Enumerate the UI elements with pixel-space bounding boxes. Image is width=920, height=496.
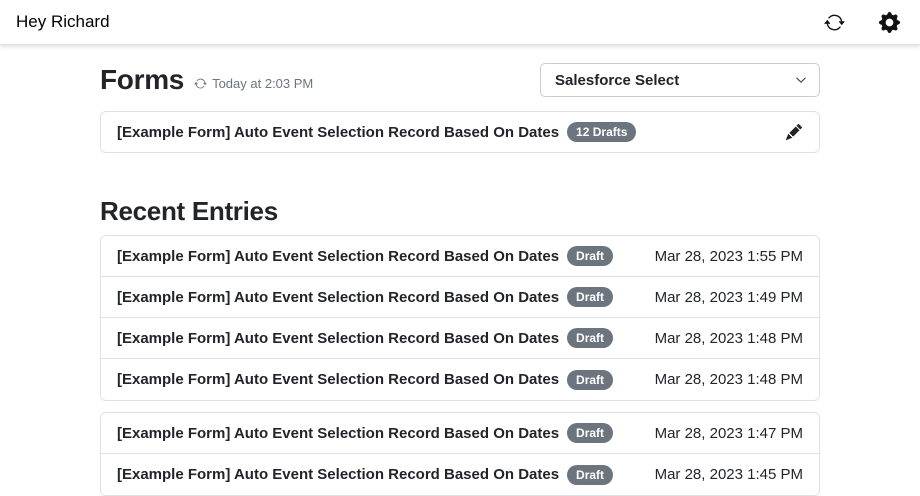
form-name: [Example Form] Auto Event Selection Reco… (117, 124, 559, 141)
recent-entries-title: Recent Entries (100, 196, 820, 226)
form-row[interactable]: [Example Form] Auto Event Selection Reco… (101, 112, 819, 152)
entry-status-badge: Draft (567, 246, 613, 266)
entry-timestamp: Mar 28, 2023 1:48 PM (655, 330, 803, 347)
navbar: Hey Richard (0, 0, 920, 45)
forms-section-header: Forms Today at 2:03 PM Salesforce Select (100, 62, 820, 98)
pencil-icon (786, 124, 802, 140)
forms-last-refreshed: Today at 2:03 PM (194, 76, 313, 91)
entry-name: [Example Form] Auto Event Selection Reco… (117, 466, 559, 483)
entry-name: [Example Form] Auto Event Selection Reco… (117, 425, 559, 442)
entry-name: [Example Form] Auto Event Selection Reco… (117, 289, 559, 306)
drafts-count-badge: 12 Drafts (567, 122, 636, 142)
refresh-icon (824, 12, 845, 33)
edit-form-button[interactable] (785, 123, 803, 141)
entry-row[interactable]: [Example Form] Auto Event Selection Reco… (101, 236, 819, 277)
greeting-title: Hey Richard (16, 12, 110, 32)
forms-section-title: Forms (100, 62, 184, 98)
navbar-actions (823, 11, 900, 33)
entry-status-badge: Draft (567, 328, 613, 348)
connector-select-value: Salesforce Select (555, 72, 679, 89)
connector-select[interactable]: Salesforce Select (540, 63, 820, 97)
entry-row[interactable]: [Example Form] Auto Event Selection Reco… (101, 454, 819, 495)
main-content: Forms Today at 2:03 PM Salesforce Select… (100, 45, 820, 496)
entry-name: [Example Form] Auto Event Selection Reco… (117, 248, 559, 265)
entry-timestamp: Mar 28, 2023 1:48 PM (655, 371, 803, 388)
entry-name: [Example Form] Auto Event Selection Reco… (117, 330, 559, 347)
entry-timestamp: Mar 28, 2023 1:49 PM (655, 289, 803, 306)
refresh-button[interactable] (823, 11, 845, 33)
refresh-status-icon[interactable] (194, 77, 207, 90)
entry-status-badge: Draft (567, 423, 613, 443)
gear-icon (879, 12, 900, 33)
entries-group-2: [Example Form] Auto Event Selection Reco… (100, 412, 820, 496)
entry-row[interactable]: [Example Form] Auto Event Selection Reco… (101, 359, 819, 400)
entry-row[interactable]: [Example Form] Auto Event Selection Reco… (101, 413, 819, 454)
entry-row[interactable]: [Example Form] Auto Event Selection Reco… (101, 318, 819, 359)
settings-button[interactable] (878, 11, 900, 33)
entry-timestamp: Mar 28, 2023 1:55 PM (655, 248, 803, 265)
entry-row[interactable]: [Example Form] Auto Event Selection Reco… (101, 277, 819, 318)
entry-status-badge: Draft (567, 287, 613, 307)
last-refreshed-text: Today at 2:03 PM (212, 76, 313, 91)
entry-timestamp: Mar 28, 2023 1:45 PM (655, 466, 803, 483)
entry-timestamp: Mar 28, 2023 1:47 PM (655, 425, 803, 442)
form-card: [Example Form] Auto Event Selection Reco… (100, 111, 820, 153)
entries-group-1: [Example Form] Auto Event Selection Reco… (100, 235, 820, 401)
entry-name: [Example Form] Auto Event Selection Reco… (117, 371, 559, 388)
chevron-down-icon (795, 74, 807, 86)
entry-status-badge: Draft (567, 370, 613, 390)
